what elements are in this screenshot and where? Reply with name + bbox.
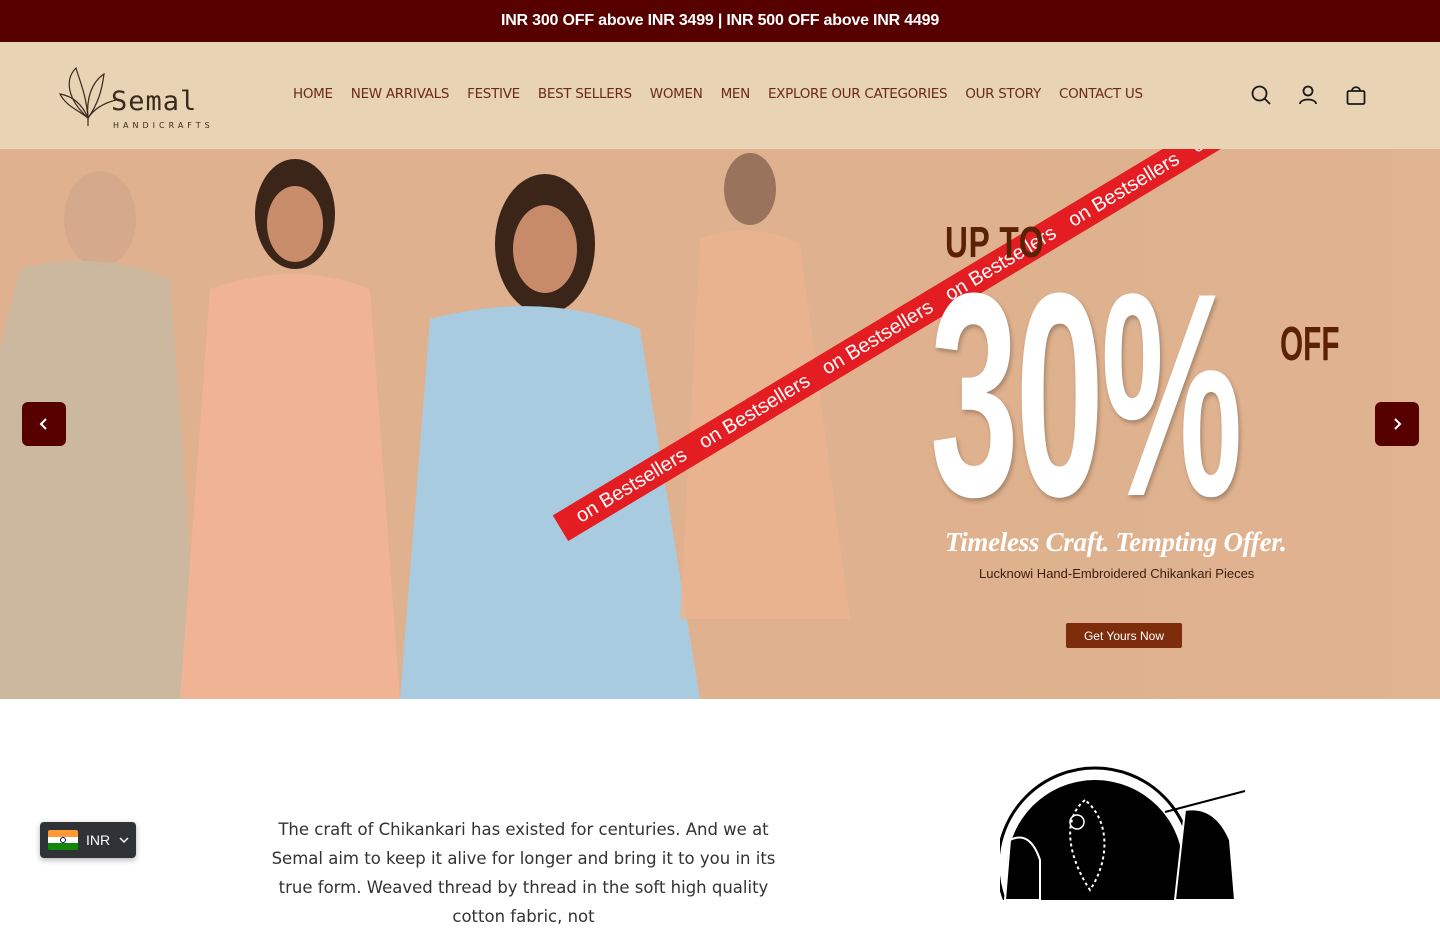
chevron-left-icon [39, 418, 47, 430]
hero-off-text: OFF [1280, 318, 1340, 371]
nav-new-arrivals[interactable]: NEW ARRIVALS [351, 86, 450, 102]
nav-festive[interactable]: FESTIVE [467, 86, 520, 102]
announcement-text: INR 300 OFF above INR 3499 | INR 500 OFF… [500, 12, 940, 29]
main-nav: HOME NEW ARRIVALS FESTIVE BEST SELLERS W… [293, 86, 1161, 102]
nav-men[interactable]: MEN [721, 86, 751, 102]
currency-selector[interactable]: INR [40, 822, 136, 858]
brand-logo[interactable]: Semal HANDICRAFTS [58, 60, 218, 132]
search-icon[interactable] [1250, 84, 1272, 106]
hero-subtitle: Lucknowi Hand-Embroidered Chikankari Pie… [979, 566, 1255, 581]
account-icon[interactable] [1297, 84, 1319, 106]
models-image [0, 149, 900, 699]
brand-tagline: HANDICRAFTS [113, 121, 214, 130]
site-header: Semal HANDICRAFTS HOME NEW ARRIVALS FEST… [0, 42, 1440, 149]
brand-name: Semal [111, 86, 198, 117]
get-yours-now-button[interactable]: Get Yours Now [1066, 623, 1182, 648]
ribbon-text-5: on Bestsellers [1064, 149, 1184, 232]
india-flag-icon [48, 830, 78, 850]
nav-explore-categories[interactable]: EXPLORE OUR CATEGORIES [768, 86, 948, 102]
prev-slide-button[interactable] [22, 402, 66, 446]
ribbon-text-6: on Bestsellers [1187, 149, 1307, 158]
chevron-right-icon [1394, 418, 1402, 430]
intro-paragraph: The craft of Chikankari has existed for … [271, 820, 776, 926]
chevron-down-icon [119, 837, 129, 844]
cart-icon[interactable] [1345, 84, 1367, 106]
next-slide-button[interactable] [1375, 402, 1419, 446]
nav-contact-us[interactable]: CONTACT US [1059, 86, 1143, 102]
nav-women[interactable]: WOMEN [650, 86, 703, 102]
nav-our-story[interactable]: OUR STORY [965, 86, 1041, 102]
currency-code: INR [86, 832, 111, 848]
hero-tagline: Timeless Craft. Tempting Offer. [945, 527, 1287, 557]
nav-best-sellers[interactable]: BEST SELLERS [538, 86, 632, 102]
hero-percent-text: 30% [930, 233, 1243, 557]
embroidery-hoop-illustration [1000, 766, 1246, 900]
nav-home[interactable]: HOME [293, 86, 333, 102]
announcement-bar: INR 300 OFF above INR 3499 | INR 500 OFF… [0, 0, 1440, 42]
